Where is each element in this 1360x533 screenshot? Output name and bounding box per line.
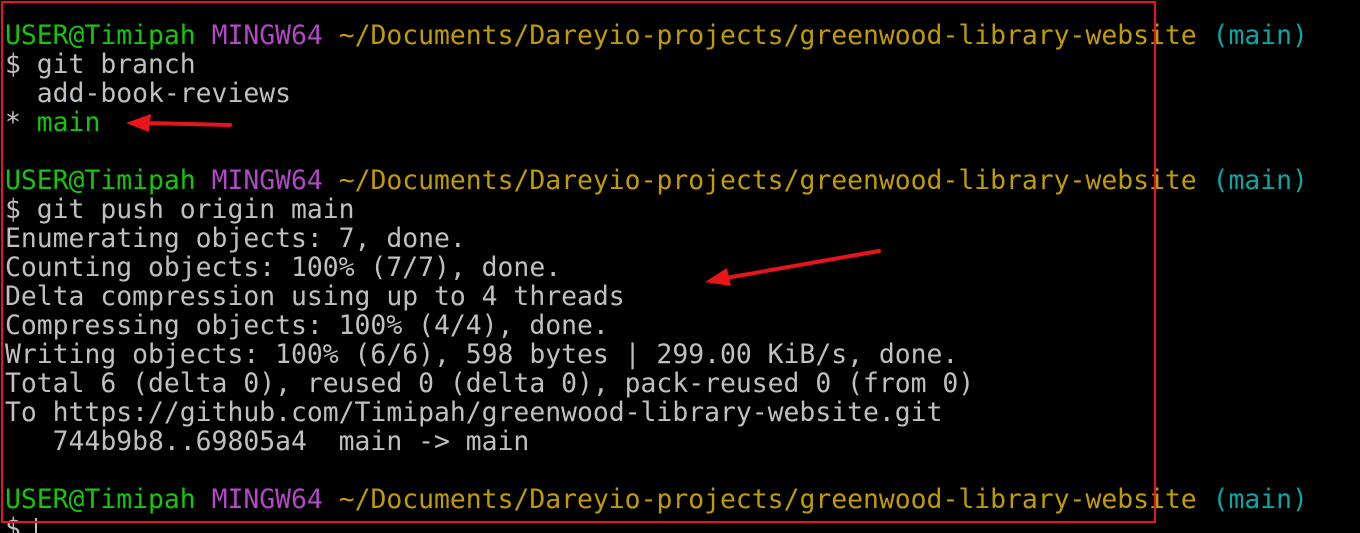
terminal-window[interactable]: USER@Timipah MINGW64 ~/Documents/Dareyio…	[0, 0, 1360, 533]
arrow-icon	[705, 249, 881, 286]
annotation-layer	[126, 114, 881, 286]
arrow-icon	[126, 114, 232, 132]
